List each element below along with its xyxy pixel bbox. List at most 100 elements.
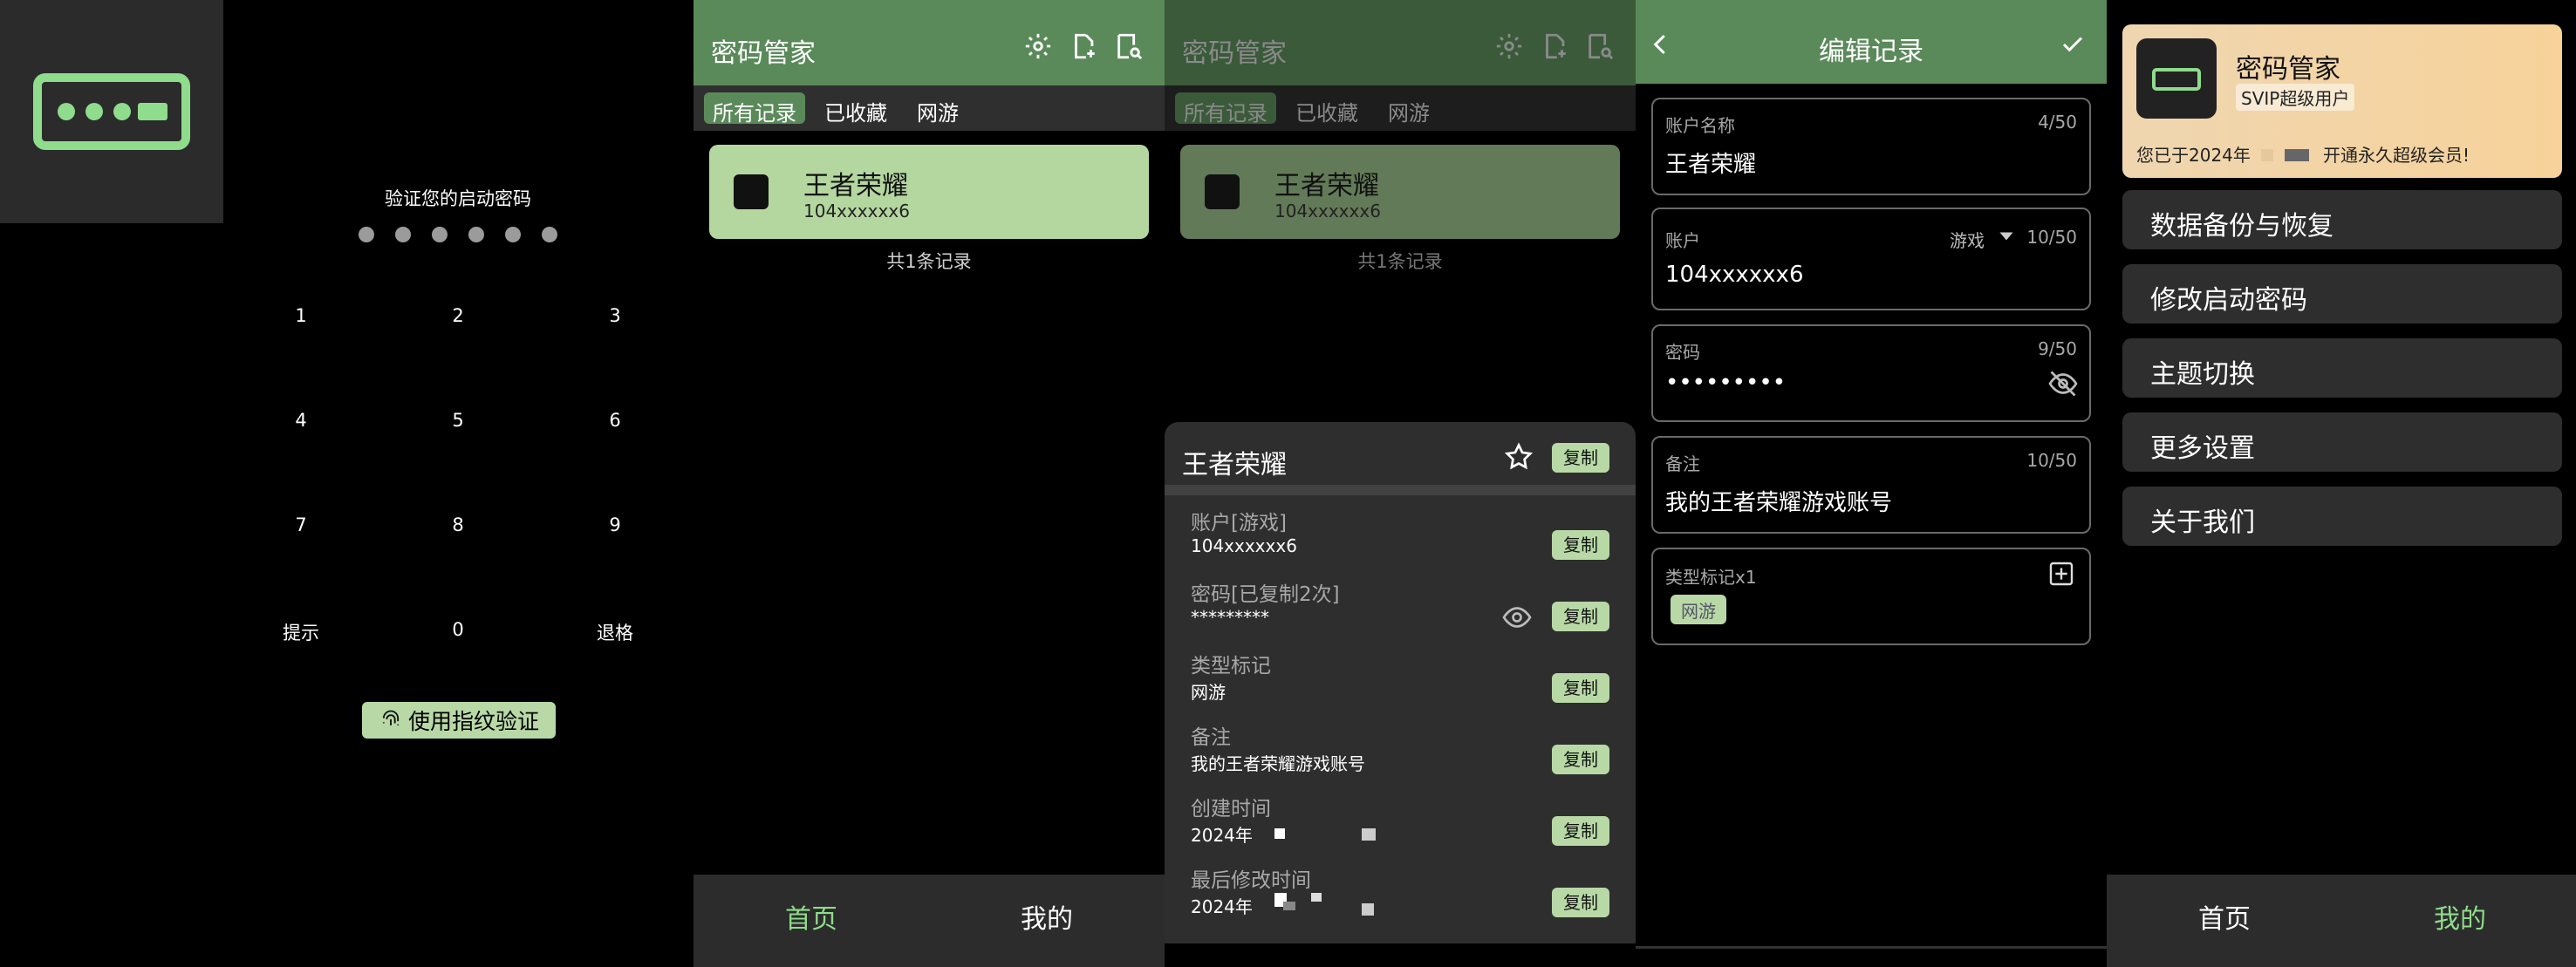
- app-bar: 编辑记录: [1636, 0, 2107, 84]
- copy-button[interactable]: 复制: [1552, 673, 1609, 703]
- add-file-icon[interactable]: [1540, 31, 1569, 61]
- fingerprint-button-label: 使用指纹验证: [407, 709, 539, 734]
- detail-screen: 密码管家 所有记录 已收藏 网游 王者荣耀 104xxxxxx6 共1条记录 王…: [1165, 0, 1636, 967]
- key-3[interactable]: 3: [571, 305, 659, 326]
- note-field[interactable]: 备注 10/50 我的王者荣耀游戏账号: [1651, 436, 2091, 534]
- copy-button[interactable]: 复制: [1552, 888, 1609, 917]
- record-name: 王者荣耀: [803, 171, 908, 201]
- key-8[interactable]: 8: [414, 514, 502, 535]
- tag-chip[interactable]: 网游: [1671, 595, 1726, 624]
- name-field[interactable]: 账户名称 4/50 王者荣耀: [1651, 98, 2091, 195]
- add-file-icon[interactable]: [1069, 31, 1098, 61]
- copy-button[interactable]: 复制: [1552, 816, 1609, 846]
- key-6[interactable]: 6: [571, 410, 659, 431]
- fingerprint-button[interactable]: 使用指纹验证: [362, 702, 556, 739]
- app-logo-icon: [33, 73, 190, 150]
- key-4[interactable]: 4: [257, 410, 345, 431]
- record-name: 王者荣耀: [1274, 171, 1379, 201]
- bottom-nav: 首页 我的: [694, 875, 1165, 967]
- pin-dot: [395, 227, 411, 242]
- menu-theme[interactable]: 主题切换: [2122, 338, 2562, 398]
- search-file-icon[interactable]: [1585, 31, 1615, 61]
- app-title: 密码管家: [711, 38, 816, 69]
- settings-icon[interactable]: [1494, 31, 1524, 61]
- field-value: 2024年: [1191, 825, 1253, 846]
- tag-field[interactable]: 类型标记x1 网游: [1651, 548, 2091, 645]
- tab-all-records[interactable]: 所有记录: [704, 92, 805, 126]
- nav-home[interactable]: 首页: [694, 897, 929, 936]
- tab-favorites[interactable]: 已收藏: [816, 92, 896, 126]
- divider: [1165, 485, 1636, 495]
- record-count: 共1条记录: [886, 251, 972, 272]
- page-title: 编辑记录: [1819, 37, 1923, 67]
- tab-favorites[interactable]: 已收藏: [1287, 92, 1367, 126]
- menu-more-settings[interactable]: 更多设置: [2122, 412, 2562, 472]
- eye-icon[interactable]: [1501, 602, 1533, 633]
- menu-about[interactable]: 关于我们: [2122, 487, 2562, 546]
- tab-online-games[interactable]: 网游: [1379, 92, 1438, 126]
- filter-tabs: 所有记录 已收藏 网游: [1165, 85, 1636, 131]
- detail-sheet: 王者荣耀 复制 账户[游戏] 104xxxxxx6 复制 密码[已复制2次] *…: [1165, 422, 1636, 943]
- eye-off-icon[interactable]: [2047, 368, 2079, 399]
- pin-dot: [359, 227, 374, 242]
- record-count: 共1条记录: [1357, 251, 1443, 272]
- field-label: 账户: [1665, 230, 1700, 251]
- star-icon[interactable]: [1503, 441, 1534, 473]
- nav-mine[interactable]: 我的: [2342, 897, 2576, 936]
- redacted-block: [1311, 893, 1322, 902]
- search-file-icon[interactable]: [1114, 31, 1144, 61]
- field-value: 王者荣耀: [1665, 152, 1757, 178]
- tab-all-records[interactable]: 所有记录: [1175, 92, 1276, 126]
- account-type-select[interactable]: 游戏: [1950, 227, 1985, 252]
- record-card[interactable]: 王者荣耀 104xxxxxx6: [709, 145, 1149, 239]
- key-backspace[interactable]: 退格: [571, 619, 659, 645]
- copy-button[interactable]: 复制: [1552, 530, 1609, 560]
- field-label: 类型标记: [1191, 655, 1271, 678]
- menu-backup-restore[interactable]: 数据备份与恢复: [2122, 190, 2562, 249]
- app-bar: 密码管家: [694, 0, 1165, 85]
- record-account: 104xxxxxx6: [1274, 201, 1381, 221]
- key-9[interactable]: 9: [571, 514, 659, 535]
- char-count: 9/50: [2038, 338, 2077, 359]
- redacted-block: [1362, 903, 1374, 916]
- copy-button[interactable]: 复制: [1552, 745, 1609, 774]
- app-bar: 密码管家: [1165, 0, 1636, 85]
- record-card[interactable]: 王者荣耀 104xxxxxx6: [1180, 145, 1620, 239]
- pin-dot: [468, 227, 484, 242]
- copy-button[interactable]: 复制: [1552, 602, 1609, 631]
- nav-mine[interactable]: 我的: [929, 897, 1165, 936]
- lock-screen: 验证您的启动密码 1 2 3 4 5 6 7 8 9 提示 0 退格 使用指纹验…: [0, 0, 694, 967]
- bottom-nav: 首页 我的: [2107, 875, 2576, 967]
- field-value: 104xxxxxx6: [1665, 262, 1804, 288]
- char-count: 4/50: [2038, 112, 2077, 133]
- app-title: 密码管家: [1182, 38, 1287, 69]
- key-5[interactable]: 5: [414, 410, 502, 431]
- nav-home[interactable]: 首页: [2107, 897, 2342, 936]
- key-0[interactable]: 0: [414, 619, 502, 640]
- dropdown-icon[interactable]: [1999, 230, 2014, 242]
- redacted-block: [1274, 828, 1285, 839]
- settings-icon[interactable]: [1023, 31, 1053, 61]
- pin-dot: [542, 227, 557, 242]
- char-count: 10/50: [2026, 227, 2077, 248]
- unlock-prompt: 验证您的启动密码: [385, 188, 531, 209]
- field-label: 密码[已复制2次]: [1191, 583, 1340, 606]
- field-label: 密码: [1665, 342, 1700, 363]
- edit-screen: 编辑记录 账户名称 4/50 王者荣耀 账户 游戏 10/50 104xxxxx…: [1636, 0, 2107, 967]
- key-hint[interactable]: 提示: [257, 619, 345, 645]
- app-logo-icon: [2136, 38, 2217, 119]
- password-field[interactable]: 密码 9/50 •••••••••: [1651, 324, 2091, 422]
- key-2[interactable]: 2: [414, 305, 502, 326]
- check-icon[interactable]: [2060, 31, 2086, 58]
- key-7[interactable]: 7: [257, 514, 345, 535]
- field-value: 104xxxxxx6: [1191, 535, 1297, 556]
- add-box-icon[interactable]: [2047, 560, 2075, 588]
- field-value: •••••••••: [1665, 370, 1787, 396]
- vip-note: 您已于2024年 开通永久超级会员!: [2136, 141, 2470, 167]
- key-1[interactable]: 1: [257, 305, 345, 326]
- pin-dot: [432, 227, 448, 242]
- account-field[interactable]: 账户 游戏 10/50 104xxxxxx6: [1651, 208, 2091, 310]
- copy-all-button[interactable]: 复制: [1552, 443, 1609, 473]
- tab-online-games[interactable]: 网游: [908, 92, 967, 126]
- menu-change-password[interactable]: 修改启动密码: [2122, 264, 2562, 323]
